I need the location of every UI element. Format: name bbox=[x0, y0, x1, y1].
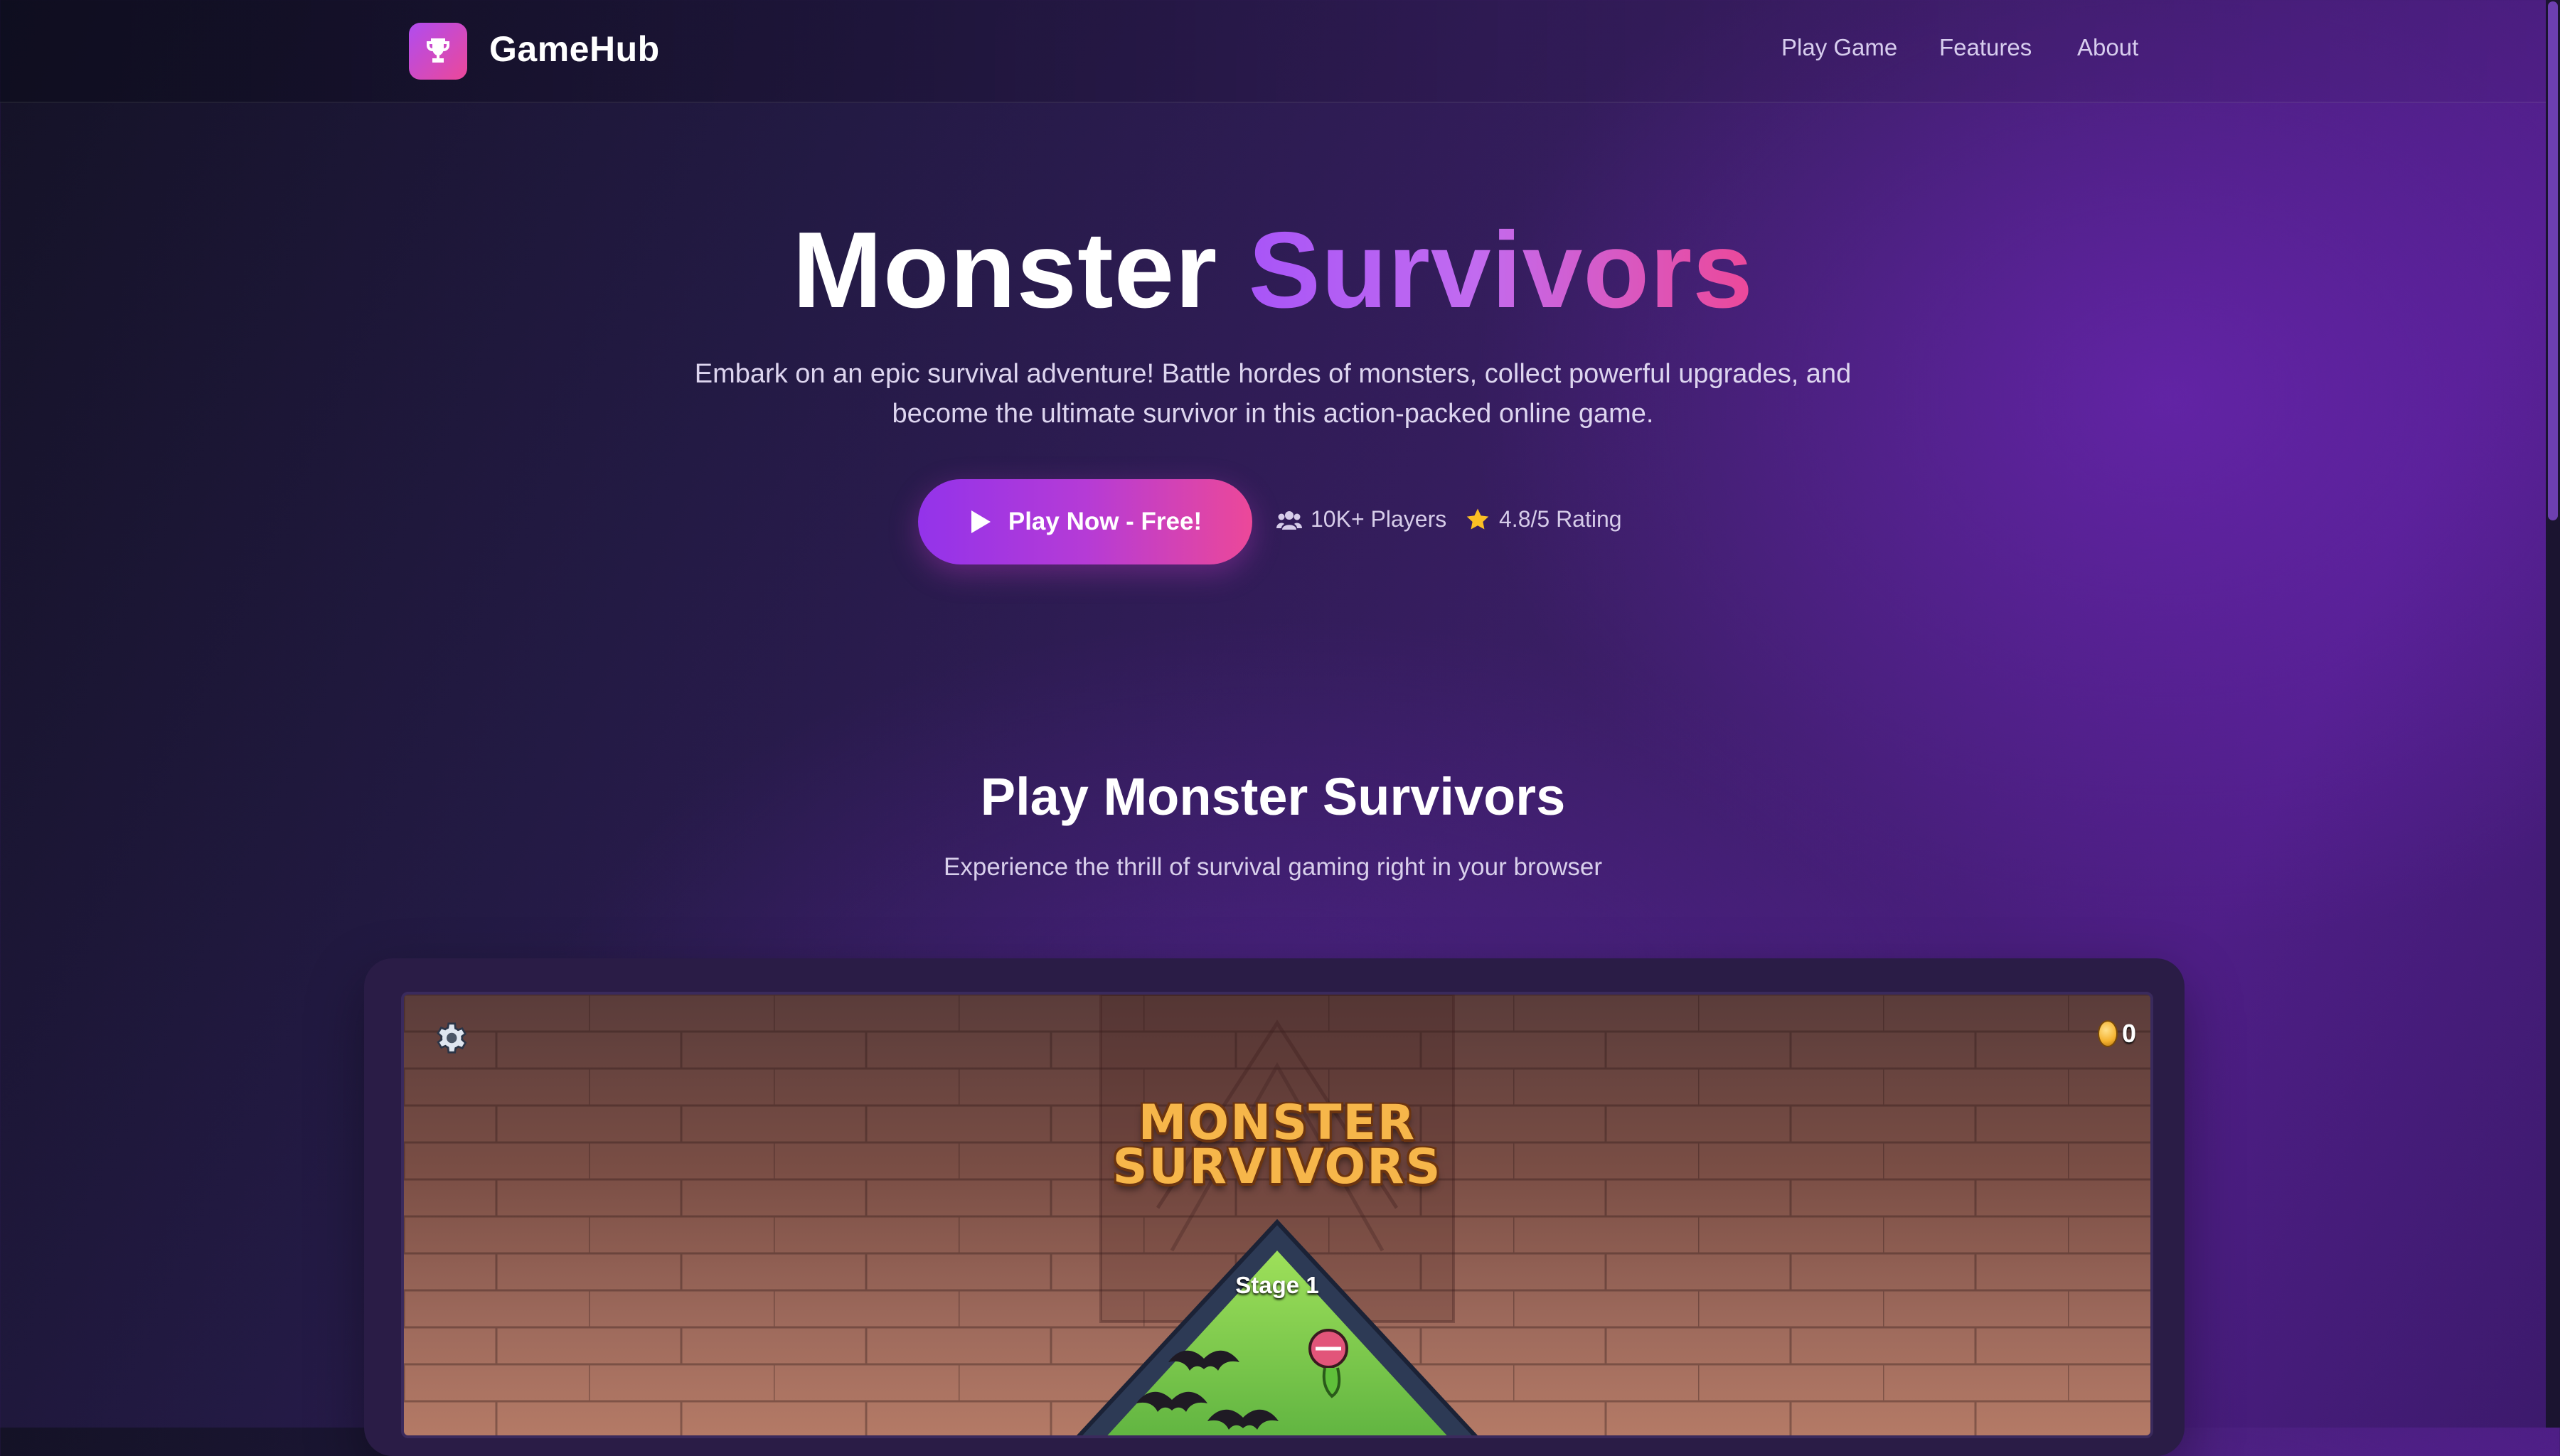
hero-title: Monster Survivors bbox=[0, 206, 2546, 334]
brick-wall-background bbox=[404, 995, 2150, 1435]
section-subtitle: Experience the thrill of survival gaming… bbox=[944, 853, 1602, 881]
game-logo-title: MONSTER SURVIVORS bbox=[404, 1099, 2150, 1195]
players-stat: 10K+ Players bbox=[1276, 506, 1446, 532]
top-navbar: GameHub Play Game Features About bbox=[0, 0, 2546, 103]
players-stat-text: 10K+ Players bbox=[1311, 506, 1447, 532]
stage-select-label[interactable]: Stage 1 bbox=[404, 1272, 2150, 1299]
coin-counter: 0 bbox=[2097, 1019, 2136, 1049]
star-icon bbox=[1466, 508, 1489, 529]
section-title: Play Monster Survivors bbox=[980, 767, 1566, 826]
trophy-logo-icon[interactable] bbox=[409, 23, 467, 80]
hero-title-main: Monster bbox=[792, 210, 1218, 331]
play-now-label: Play Now - Free! bbox=[1008, 508, 1202, 535]
coin-count: 0 bbox=[2121, 1019, 2136, 1048]
nav-link-about[interactable]: About bbox=[2077, 34, 2138, 61]
hero-title-accent: Survivors bbox=[1248, 210, 1754, 331]
rating-stat-text: 4.8/5 Rating bbox=[1499, 506, 1622, 532]
brand-name[interactable]: GameHub bbox=[489, 28, 660, 70]
play-now-button[interactable]: Play Now - Free! bbox=[918, 479, 1252, 564]
coin-icon bbox=[2097, 1020, 2118, 1047]
nav-link-features[interactable]: Features bbox=[1939, 34, 2032, 61]
game-title-line2: SURVIVORS bbox=[1112, 1139, 1442, 1195]
scrollbar-thumb[interactable] bbox=[2548, 1, 2558, 520]
users-icon bbox=[1276, 510, 1302, 530]
page-scrollbar[interactable] bbox=[2546, 0, 2560, 1428]
settings-gear-icon[interactable] bbox=[431, 1019, 469, 1061]
game-canvas[interactable]: 0 MONSTER SURVIVORS Stage 1 bbox=[401, 992, 2153, 1438]
nav-link-play-game[interactable]: Play Game bbox=[1781, 34, 1897, 61]
rating-stat: 4.8/5 Rating bbox=[1465, 506, 1622, 532]
hero-description: Embark on an epic survival adventure! Ba… bbox=[694, 359, 1852, 429]
play-icon bbox=[971, 510, 991, 533]
